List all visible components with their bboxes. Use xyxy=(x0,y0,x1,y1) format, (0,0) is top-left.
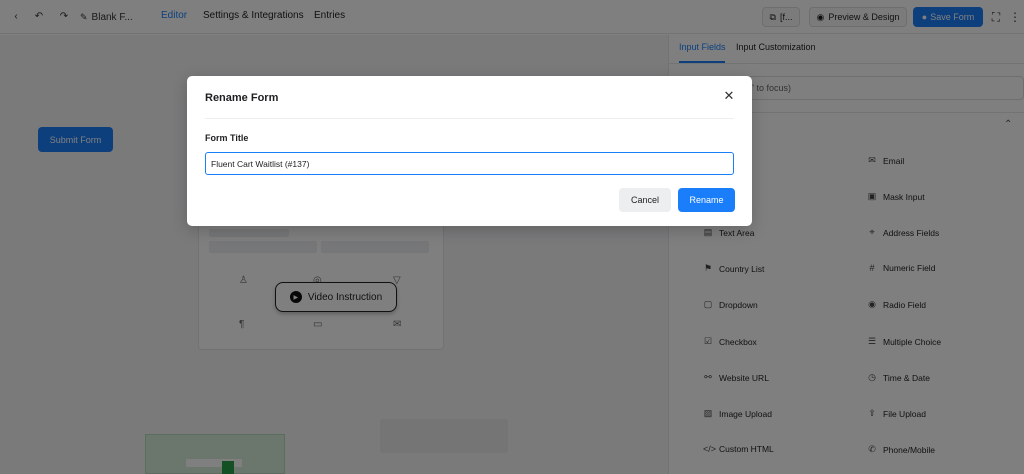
dialog-divider xyxy=(205,118,734,119)
form-title-label: Form Title xyxy=(205,133,249,143)
close-icon: ✕ xyxy=(723,88,735,103)
dialog-title: Rename Form xyxy=(205,92,279,104)
close-button[interactable]: ✕ xyxy=(721,88,737,104)
rename-button[interactable]: Rename xyxy=(678,188,735,212)
form-title-input[interactable] xyxy=(205,152,734,175)
modal-overlay[interactable] xyxy=(0,0,1024,474)
cancel-button[interactable]: Cancel xyxy=(619,188,671,212)
rename-form-dialog: Rename Form ✕ Form Title Cancel Rename xyxy=(187,76,752,226)
